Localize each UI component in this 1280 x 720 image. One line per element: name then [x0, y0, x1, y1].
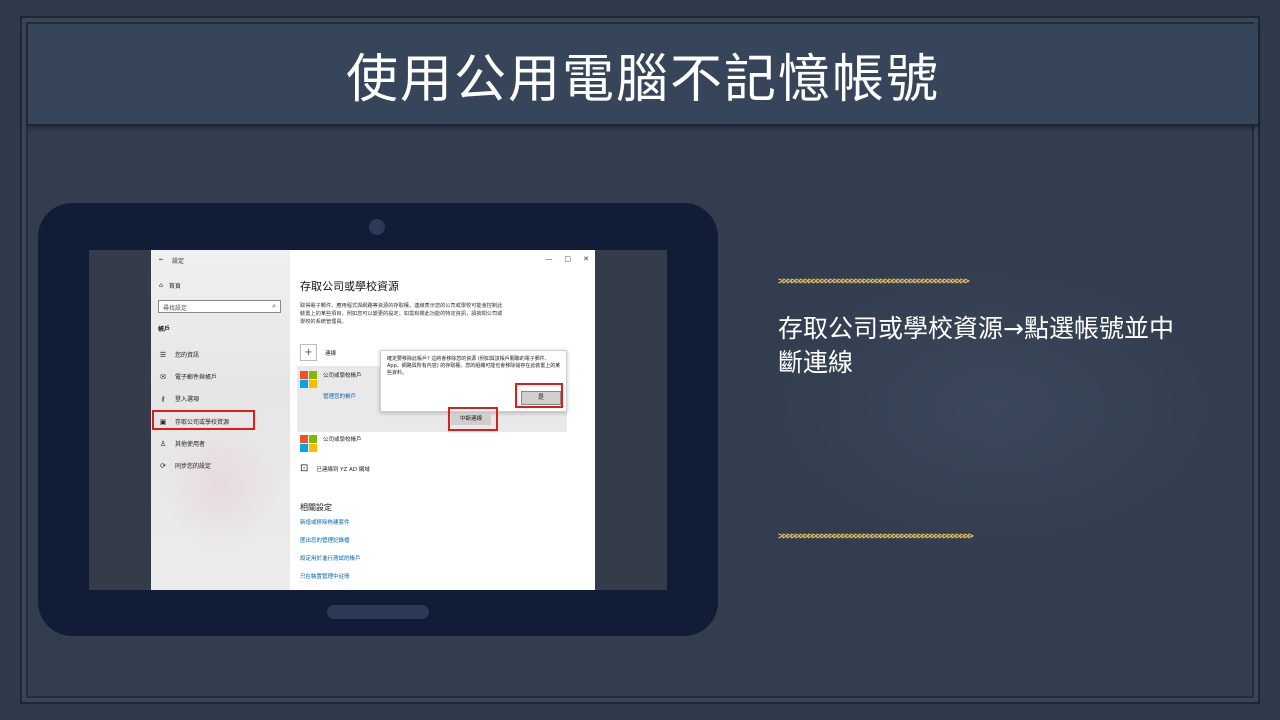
sidebar-item-your-info[interactable]: ☰ 您的資訊: [159, 350, 200, 360]
search-placeholder: 尋找設定: [163, 305, 188, 312]
window-title: 設定: [172, 258, 185, 265]
tablet-screen: ← 設定 ⌂ 首頁 尋找設定 ⌕ 帳戶 ☰ 您的資訊 ✉ 電子郵件與帳戶 ⚷ 登…: [89, 250, 667, 590]
manage-account-link[interactable]: 管理您的帳戶: [323, 392, 356, 400]
description-panel: [760, 262, 1230, 552]
sidebar-item-label: 電子郵件與帳戶: [175, 374, 218, 381]
account-item-1[interactable]: 公司或學校帳戶: [300, 371, 362, 388]
microsoft-logo-icon: [300, 435, 317, 452]
title-bar: 使用公用電腦不記憶帳號: [28, 24, 1258, 126]
sidebar-item-label: 登入選項: [175, 396, 200, 403]
page-description: 取得電子郵件、應用程式與網路等資源的存取權。連線表示您的公司或學校可能會控制此裝…: [300, 303, 503, 325]
search-icon: ⌕: [272, 302, 276, 310]
person-icon: ♙: [159, 439, 167, 448]
close-button[interactable]: ✕: [583, 255, 589, 263]
sidebar-item-email[interactable]: ✉ 電子郵件與帳戶: [159, 372, 218, 382]
sidebar-section-title: 帳戶: [158, 326, 171, 333]
search-input[interactable]: 尋找設定 ⌕: [158, 300, 281, 313]
account-item-2[interactable]: 公司或學校帳戶: [300, 435, 362, 452]
home-button: [327, 605, 429, 619]
connect-button[interactable]: + 連線: [300, 344, 336, 361]
sidebar-home-label: 首頁: [168, 283, 181, 290]
related-settings-title: 相關設定: [300, 503, 332, 512]
arrow-divider-top: >>>>>>>>>>>>>>>>>>>>>>>>>>>>>>>>>>>>>>>>…: [778, 276, 970, 287]
plus-icon: +: [300, 344, 317, 361]
related-link[interactable]: 設定用於進行測試的帳戶: [300, 554, 361, 562]
sync-icon: ⟳: [160, 461, 166, 470]
sidebar-item-sync[interactable]: ⟳ 同步您的設定: [159, 461, 212, 471]
related-link[interactable]: 匯出您的管理記錄檔: [300, 536, 350, 544]
sidebar-item-label: 您的資訊: [175, 352, 200, 359]
microsoft-logo-icon: [300, 371, 317, 388]
connect-label: 連線: [325, 350, 337, 357]
window-controls: — □ ✕: [546, 255, 590, 263]
sidebar-item-home[interactable]: ⌂ 首頁: [159, 281, 181, 290]
tablet-device: ← 設定 ⌂ 首頁 尋找設定 ⌕ 帳戶 ☰ 您的資訊 ✉ 電子郵件與帳戶 ⚷ 登…: [38, 203, 718, 636]
sidebar-item-other-users[interactable]: ♙ 其他使用者: [159, 439, 206, 449]
related-link[interactable]: 只在裝置管理中註冊: [300, 572, 350, 580]
camera-icon: [369, 219, 385, 235]
maximize-button[interactable]: □: [565, 255, 572, 263]
ad-domain-item[interactable]: ⊡ 已連線到 YZ AD 網域: [300, 463, 370, 474]
mail-icon: ✉: [160, 372, 166, 381]
highlight-yes: [515, 383, 563, 408]
highlight-work-access: [152, 410, 255, 430]
highlight-disconnect: [448, 407, 498, 431]
sidebar-item-signin[interactable]: ⚷ 登入選項: [159, 394, 200, 404]
page-title: 存取公司或學校資源: [300, 280, 399, 293]
briefcase-icon: ⊡: [300, 463, 309, 474]
sidebar-item-label: 其他使用者: [175, 441, 206, 448]
person-card-icon: ☰: [159, 350, 167, 359]
ad-domain-label: 已連線到 YZ AD 網域: [316, 466, 370, 473]
minimize-button[interactable]: —: [546, 255, 553, 263]
dialog-text: 確定要移除此帳戶? 這將會移除您的資源 (例如與該帳戶關聯的電子郵件、App、網…: [387, 356, 561, 376]
slide-description: 存取公司或學校資源→點選帳號並中斷連線: [778, 314, 1174, 377]
settings-window: ← 設定 ⌂ 首頁 尋找設定 ⌕ 帳戶 ☰ 您的資訊 ✉ 電子郵件與帳戶 ⚷ 登…: [151, 250, 595, 590]
arrow-divider-bottom: >>>>>>>>>>>>>>>>>>>>>>>>>>>>>>>>>>>>>>>>…: [778, 531, 974, 542]
sidebar-item-label: 同步您的設定: [175, 463, 212, 470]
window-title-area: ← 設定: [159, 256, 184, 265]
account-label: 公司或學校帳戶: [323, 373, 362, 379]
back-arrow-icon[interactable]: ←: [159, 256, 164, 265]
related-link[interactable]: 新增或移除佈建套件: [300, 518, 350, 526]
slide-title: 使用公用電腦不記憶帳號: [345, 49, 940, 110]
key-icon: ⚷: [160, 394, 166, 403]
home-icon: ⌂: [159, 282, 163, 289]
account-label: 公司或學校帳戶: [323, 437, 362, 443]
